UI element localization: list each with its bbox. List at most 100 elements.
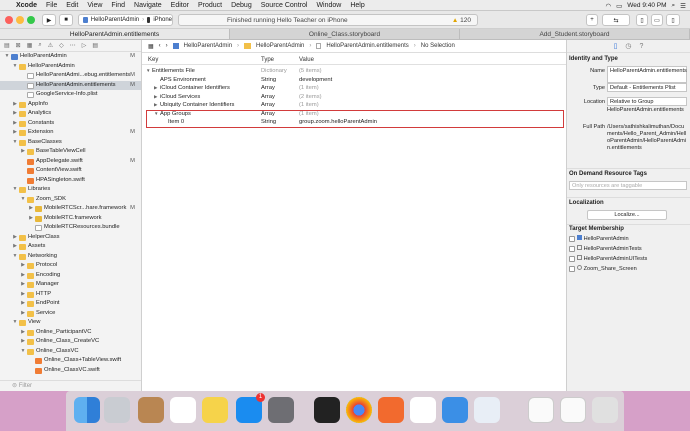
disclosure-closed-icon[interactable]: ▶ [28,214,34,224]
target-checkbox[interactable] [569,266,575,272]
column-key[interactable]: Key [148,57,158,63]
terminal-icon[interactable] [314,397,340,423]
documents-icon[interactable] [528,397,554,423]
source-control-icon[interactable]: ⊠ [16,42,21,49]
debug-icon[interactable]: ⋯ [70,42,76,49]
plist-value[interactable]: (1 item) [299,101,319,110]
tab-online-class-storyboard[interactable]: Online_Class.storyboard [230,29,460,39]
disclosure-closed-icon[interactable]: ▶ [154,101,157,110]
disclosure-closed-icon[interactable]: ▶ [154,93,157,102]
navigator-filter[interactable]: ⊜ Filter [0,380,141,391]
column-value[interactable]: Value [299,57,314,63]
launchpad-icon[interactable] [104,397,130,423]
plist-key[interactable]: APS Environment [160,76,206,85]
code-review-button[interactable]: ⇆ [602,14,630,26]
column-type[interactable]: Type [261,57,274,63]
library-button[interactable]: + [586,14,598,26]
navigator-row[interactable]: ▼ Networking [0,252,141,262]
plist-type[interactable]: Array [261,93,275,102]
target-checkbox[interactable] [569,256,575,262]
disclosure-closed-icon[interactable]: ▶ [20,299,26,309]
navigator-row[interactable]: ▶ Manager [0,280,141,290]
plist-value[interactable]: (2 items) [299,93,322,102]
forward-icon[interactable]: › [166,43,168,49]
swift-playgrounds-icon[interactable] [378,397,404,423]
menu-window[interactable]: Window [316,2,341,9]
battery-icon[interactable]: ▭ [616,2,622,10]
navigator-row[interactable]: ▶ MobileRTCScr...hare.framework M [0,204,141,214]
stop-button[interactable]: ■ [59,14,73,26]
plist-type[interactable]: Array [261,84,275,93]
issue-icon[interactable]: ⚠ [48,42,53,49]
navigator-row[interactable]: ▶ BaseTableViewCell [0,147,141,157]
back-icon[interactable]: ‹ [159,43,161,49]
tab-add-student-storyboard[interactable]: Add_Student.storyboard [460,29,690,39]
disclosure-closed-icon[interactable]: ▶ [12,128,18,138]
plist-value[interactable]: (5 items) [299,67,322,76]
jump-group[interactable]: HelloParentAdmin [256,43,304,49]
navigator-row[interactable]: ▶ Extension M [0,128,141,138]
navigator-row[interactable]: ▶ Analytics [0,109,141,119]
plist-type[interactable]: Array [261,101,275,110]
navigator-row[interactable]: MobileRTCResources.bundle [0,223,141,233]
disclosure-closed-icon[interactable]: ▶ [12,119,18,129]
disclosure-open-icon[interactable]: ▼ [12,185,18,195]
navigator-row[interactable]: ▼ HelloParentAdmin [0,62,141,72]
plist-row[interactable]: ▶ iCloud Services Array (2 items) [142,93,566,102]
disclosure-open-icon[interactable]: ▼ [12,252,18,262]
plist-row[interactable]: ▼ Entitlements File Dictionary (5 items) [142,67,566,76]
navigator-row[interactable]: ContentView.swift [0,166,141,176]
navigator-row[interactable]: ▶ Online_Class_CreateVC [0,337,141,347]
symbol-icon[interactable]: ▦ [27,42,33,49]
menu-find[interactable]: Find [111,2,125,9]
slack-icon[interactable] [410,397,436,423]
reminders-icon[interactable] [170,397,196,423]
navigator-row[interactable]: ▶ Constants [0,119,141,129]
plist-key[interactable]: Entitlements File [152,67,195,76]
disclosure-closed-icon[interactable]: ▶ [20,280,26,290]
navigator-row[interactable]: HPASingleton.swift [0,176,141,186]
disclosure-closed-icon[interactable]: ▶ [20,337,26,347]
finder-icon[interactable] [74,397,100,423]
disclosure-open-icon[interactable]: ▼ [4,52,10,62]
plist-row[interactable]: APS Environment String development [142,76,566,85]
xcode-icon[interactable] [442,397,468,423]
navigator-row[interactable]: ▶ MobileRTC.framework [0,214,141,224]
navigator-row[interactable]: ▶ HelperClass [0,233,141,243]
odr-tags-field[interactable]: Only resources are taggable [569,181,687,190]
navigator-row[interactable]: HelloParentAdmi...ebug.entitlements M [0,71,141,81]
menu-help[interactable]: Help [350,2,364,9]
disclosure-closed-icon[interactable]: ▶ [20,309,26,319]
contacts-icon[interactable] [138,397,164,423]
navigator-row[interactable]: ▶ Assets [0,242,141,252]
breakpoint-icon[interactable]: ▷ [82,42,87,49]
preview-icon[interactable] [474,397,500,423]
menu-app-name[interactable]: Xcode [16,2,37,9]
navigator-row[interactable]: ▶ Online_ParticipantVC [0,328,141,338]
disclosure-closed-icon[interactable]: ▶ [20,261,26,271]
chrome-icon[interactable] [346,397,372,423]
navigator-row[interactable]: ▼ Libraries [0,185,141,195]
menu-debug[interactable]: Debug [231,2,252,9]
menu-navigate[interactable]: Navigate [134,2,162,9]
related-items-icon[interactable]: ▦ [148,43,154,50]
name-field[interactable]: HelloParentAdmin.entitlements [607,66,687,83]
navigator-row[interactable]: Online_ClassVC.swift [0,366,141,376]
disclosure-closed-icon[interactable]: ▶ [20,271,26,281]
navigator-row[interactable]: ▼ View [0,318,141,328]
close-window-button[interactable] [5,16,13,24]
menu-file[interactable]: File [46,2,57,9]
menu-edit[interactable]: Edit [66,2,78,9]
warnings-indicator[interactable]: ▲ 120 [452,17,471,24]
disclosure-open-icon[interactable]: ▼ [12,62,18,72]
disclosure-open-icon[interactable]: ▼ [20,347,26,357]
navigator-row[interactable]: Online_Class+TableView.swift [0,356,141,366]
disclosure-closed-icon[interactable]: ▶ [154,84,157,93]
trash-icon[interactable] [592,397,618,423]
plist-type[interactable]: String [261,76,276,85]
search-icon[interactable]: ⌕ [672,2,676,10]
plist-key[interactable]: iCloud Services [160,93,200,102]
menu-product[interactable]: Product [198,2,222,9]
navigator-row[interactable]: ▼ HelloParentAdmin M [0,52,141,62]
plist-row[interactable]: ▶ iCloud Container Identifiers Array (1 ite… [142,84,566,93]
